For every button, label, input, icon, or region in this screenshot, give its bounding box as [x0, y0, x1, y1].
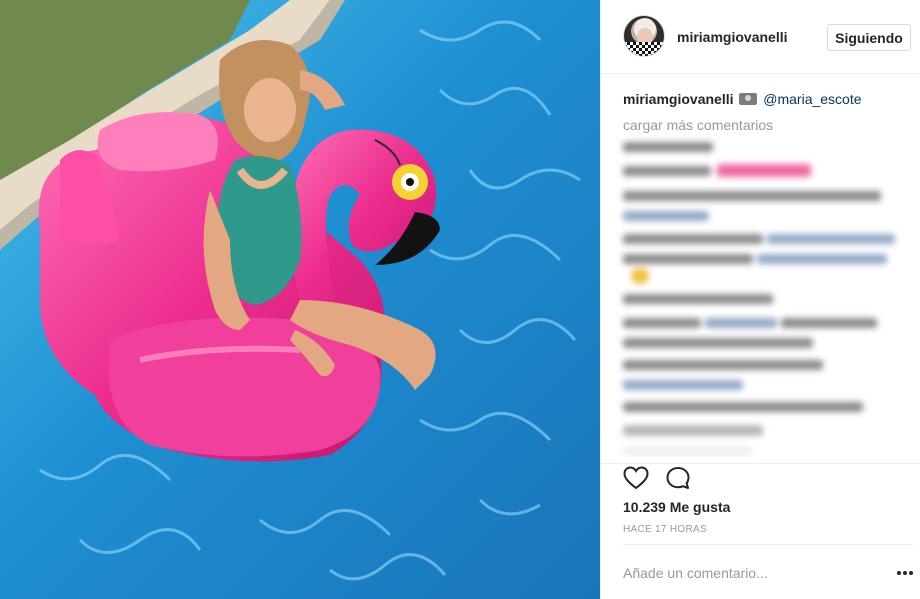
post-caption: miriamgiovanelli @maria_escote — [623, 90, 913, 108]
heart-icon[interactable] — [623, 466, 649, 490]
comments-fade — [601, 410, 920, 470]
pool-flamingo-image — [0, 0, 600, 599]
post-actions: 10.239 Me gusta HACE 17 HORAS — [601, 463, 920, 599]
camera-icon — [739, 93, 758, 105]
caption-username[interactable]: miriamgiovanelli — [623, 91, 733, 107]
instagram-post: miriamgiovanelli Siguiendo miriamgiovane… — [0, 0, 920, 599]
comment-input[interactable] — [623, 559, 873, 587]
add-comment-section — [623, 544, 913, 599]
more-options-icon[interactable] — [897, 571, 913, 577]
post-photo[interactable] — [0, 0, 600, 599]
avatar-shirt — [624, 42, 664, 56]
comments-section: miriamgiovanelli @maria_escote cargar má… — [623, 90, 913, 133]
likes-count[interactable]: 10.239 Me gusta — [623, 499, 730, 515]
post-timestamp[interactable]: HACE 17 HORAS — [623, 524, 707, 535]
load-more-comments-link[interactable]: cargar más comentarios — [623, 117, 913, 133]
comment-icon[interactable] — [665, 466, 691, 490]
post-sidebar: miriamgiovanelli Siguiendo miriamgiovane… — [600, 0, 920, 599]
caption-mention[interactable]: @maria_escote — [763, 91, 861, 107]
avatar[interactable] — [623, 15, 665, 57]
following-button[interactable]: Siguiendo — [827, 24, 911, 51]
post-header: miriamgiovanelli Siguiendo — [601, 0, 920, 74]
author-username[interactable]: miriamgiovanelli — [677, 29, 787, 45]
